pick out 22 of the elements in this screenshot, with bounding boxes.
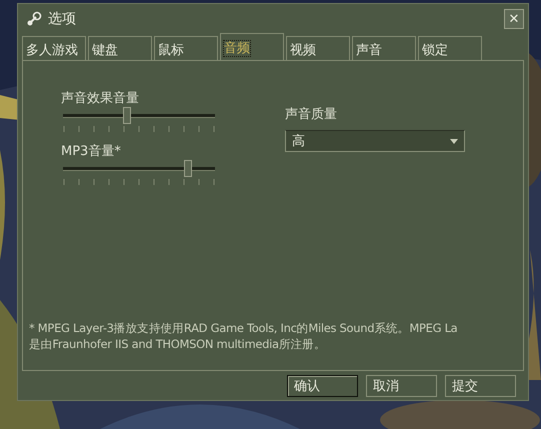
slider-label: 声音效果音量 <box>61 90 140 107</box>
slider-track[interactable] <box>63 160 215 177</box>
tab[interactable]: 声音 <box>352 36 416 60</box>
tab[interactable]: 视频 <box>286 36 350 60</box>
quality-dropdown[interactable]: 高 <box>285 130 465 152</box>
tab[interactable]: 锁定 <box>418 36 482 60</box>
slider-thumb[interactable] <box>122 107 131 124</box>
tab[interactable]: 音频 <box>220 33 284 60</box>
dialog-button[interactable]: 取消 <box>366 375 437 397</box>
caret-icon <box>450 138 458 144</box>
slider-track[interactable] <box>63 107 215 124</box>
close-button[interactable]: ✕ <box>504 9 524 29</box>
quality-label: 声音质量 <box>285 106 338 123</box>
slider-thumb[interactable] <box>184 160 192 177</box>
tab[interactable]: 鼠标 <box>154 36 218 60</box>
tab[interactable]: 键盘 <box>88 36 152 60</box>
window-title: 选项 <box>48 10 76 28</box>
footnote-text: * MPEG Layer-3播放支持使用RAD Game Tools, Inc的Miles Sound系统。MPEG La 是由Fraunhofer IIS and THOMSON multimedia所注册。 <box>28 320 458 352</box>
tab[interactable]: 多人游戏 <box>22 36 86 60</box>
dialog-button[interactable]: 确认 <box>287 375 358 397</box>
dialog-button[interactable]: 提交 <box>445 375 516 397</box>
slider-label: MP3音量* <box>61 143 122 160</box>
